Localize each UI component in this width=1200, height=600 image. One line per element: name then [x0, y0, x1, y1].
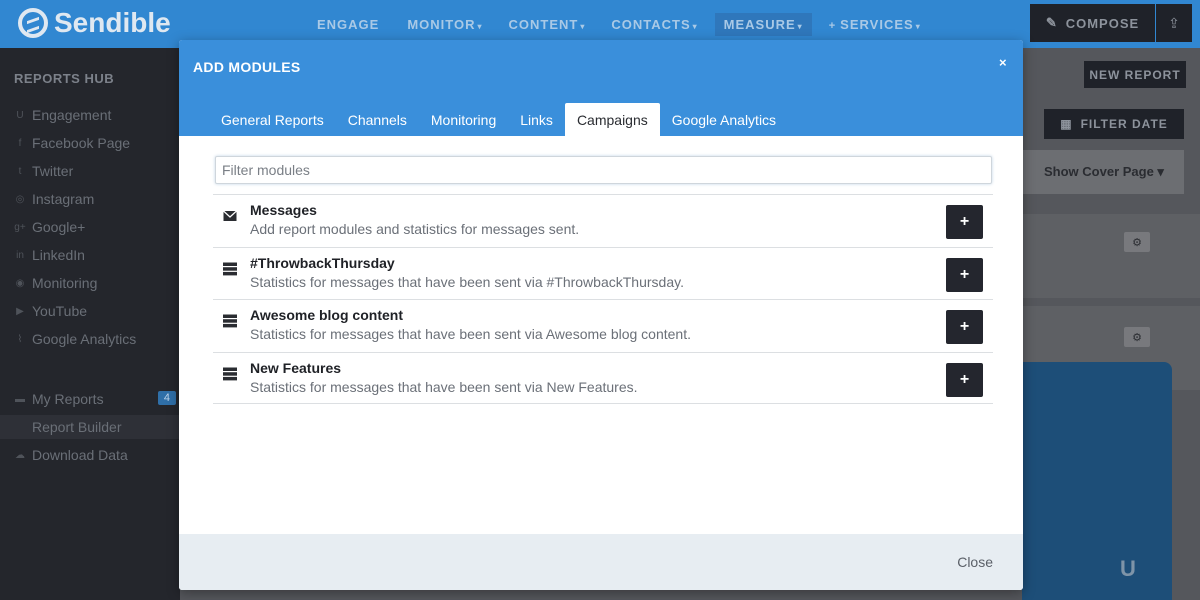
tab-monitoring[interactable]: Monitoring: [419, 103, 508, 136]
tab-campaigns[interactable]: Campaigns: [564, 103, 660, 136]
add-module-button[interactable]: +: [946, 205, 983, 239]
upload-button[interactable]: ⇪: [1156, 4, 1192, 42]
google-plus-icon: g+: [14, 221, 26, 233]
tab-general-reports[interactable]: General Reports: [209, 103, 336, 136]
magnet-icon: U: [1120, 556, 1136, 581]
module-description: Add report modules and statistics for me…: [250, 221, 580, 237]
list-item: Messages Add report modules and statisti…: [213, 194, 993, 247]
sidebar-item-download-data[interactable]: ☁ Download Data: [14, 444, 180, 466]
add-module-button[interactable]: +: [946, 362, 983, 397]
brand-name: Sendible: [54, 7, 171, 38]
list-item: Awesome blog content Statistics for mess…: [213, 299, 993, 352]
sidebar-item-youtube[interactable]: ▶ YouTube: [14, 300, 180, 322]
chevron-down-icon: ▾: [797, 21, 803, 31]
gear-icon[interactable]: ⚙: [1124, 232, 1150, 252]
my-reports-count-badge: 4: [157, 391, 176, 405]
sendible-logo-icon: [18, 8, 48, 38]
nav-services[interactable]: + SERVICES ▾: [820, 13, 930, 36]
sidebar-item-facebook-page[interactable]: f Facebook Page: [14, 132, 180, 154]
folder-icon: ▬: [15, 393, 25, 405]
module-name: New Features: [250, 359, 342, 376]
modal-header: ADD MODULES × General Reports Channels M…: [179, 40, 1023, 136]
twitter-icon: t: [18, 165, 22, 177]
add-modules-modal: ADD MODULES × General Reports Channels M…: [179, 40, 1023, 590]
close-button[interactable]: Close: [957, 554, 993, 570]
youtube-icon: ▶: [16, 305, 24, 317]
linkedin-icon: in: [16, 249, 24, 261]
compose-button[interactable]: ✎ COMPOSE: [1030, 4, 1155, 42]
sidebar-title: REPORTS HUB: [14, 71, 115, 86]
new-report-button[interactable]: NEW REPORT: [1084, 61, 1186, 88]
tab-google-analytics[interactable]: Google Analytics: [660, 103, 788, 136]
cover-page-card: [1022, 362, 1172, 600]
list-item: New Features Statistics for messages tha…: [213, 351, 993, 404]
monitoring-icon: ◉: [15, 277, 25, 289]
sidebar-item-google-plus[interactable]: g+ Google+: [14, 216, 180, 238]
sidebar-item-twitter[interactable]: t Twitter: [14, 160, 180, 182]
nav-monitor[interactable]: MONITOR ▾: [398, 13, 491, 36]
sendible-logo[interactable]: Sendible: [18, 6, 171, 40]
nav-content[interactable]: CONTENT ▾: [500, 13, 595, 36]
module-description: Statistics for messages that have been s…: [250, 378, 638, 395]
sidebar-item-google-analytics[interactable]: ⌇ Google Analytics: [14, 328, 180, 350]
calendar-icon: ▦: [1060, 117, 1073, 131]
tab-channels[interactable]: Channels: [336, 103, 419, 136]
nav-measure[interactable]: MEASURE ▾: [714, 12, 812, 36]
cloud-download-icon: ☁: [15, 449, 25, 461]
stack-icon: [223, 367, 237, 380]
chevron-down-icon: ▾: [477, 21, 483, 31]
module-list: Messages Add report modules and statisti…: [213, 194, 993, 404]
module-name: #ThrowbackThursday: [250, 254, 395, 271]
module-name: Messages: [250, 202, 317, 218]
sidebar-item-monitoring[interactable]: ◉ Monitoring: [14, 272, 180, 294]
analytics-icon: ⌇: [17, 333, 23, 345]
nav-engage[interactable]: ENGAGE: [308, 13, 390, 36]
close-icon[interactable]: ×: [999, 55, 1007, 70]
sidebar-item-instagram[interactable]: ◎ Instagram: [14, 188, 180, 210]
nav-contacts[interactable]: CONTACTS ▾: [602, 13, 706, 36]
sidebar-item-my-reports[interactable]: ▬ My Reports 4: [14, 388, 180, 410]
report-panel: [1022, 214, 1200, 298]
module-description: Statistics for messages that have been s…: [250, 326, 691, 342]
modal-footer: Close: [179, 534, 1023, 590]
reports-sidebar: REPORTS HUB U Engagement f Facebook Page t…: [0, 48, 180, 600]
add-module-button[interactable]: +: [946, 310, 983, 344]
tab-links[interactable]: Links: [508, 103, 565, 136]
instagram-icon: ◎: [15, 193, 25, 205]
module-tabs: General Reports Channels Monitoring Link…: [209, 103, 788, 136]
sidebar-item-report-builder[interactable]: Report Builder: [0, 415, 180, 439]
chevron-down-icon: ▾: [692, 21, 698, 31]
engagement-icon: U: [16, 109, 24, 121]
module-name: Awesome blog content: [250, 307, 403, 323]
chevron-down-icon: ▾: [915, 21, 921, 31]
envelope-icon: [223, 210, 237, 221]
sidebar-item-linkedin[interactable]: in LinkedIn: [14, 244, 180, 266]
add-module-button[interactable]: +: [946, 257, 983, 292]
stack-icon: [223, 262, 237, 275]
filter-modules-input[interactable]: [215, 156, 992, 184]
list-item: #ThrowbackThursday Statistics for messag…: [213, 246, 993, 300]
pencil-icon: ✎: [1045, 15, 1058, 30]
sidebar-item-engagement[interactable]: U Engagement: [14, 104, 180, 126]
gear-icon[interactable]: ⚙: [1124, 327, 1150, 347]
facebook-icon: f: [18, 137, 22, 149]
upload-icon: ⇪: [1168, 14, 1180, 31]
module-description: Statistics for messages that have been s…: [250, 273, 684, 290]
modal-title: ADD MODULES: [193, 59, 301, 75]
stack-icon: [223, 314, 237, 328]
chevron-down-icon: ▾: [580, 21, 586, 31]
filter-date-button[interactable]: ▦ FILTER DATE: [1044, 109, 1184, 139]
show-cover-page-toggle[interactable]: Show Cover Page ▾: [1044, 164, 1164, 180]
